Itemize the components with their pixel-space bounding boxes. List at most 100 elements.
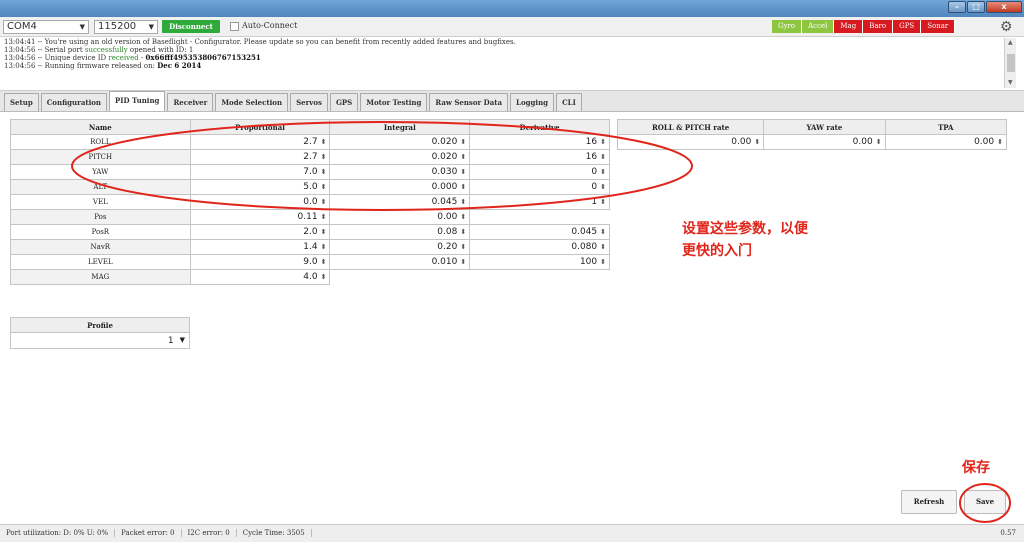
tab-servos[interactable]: Servos	[290, 93, 328, 111]
pid-i-input[interactable]: 0.000 ⬍	[329, 179, 471, 195]
spinner-icon[interactable]: ⬍	[997, 138, 1003, 146]
pid-d-input[interactable]: 0.045 ⬍	[469, 224, 610, 240]
pid-d-input[interactable]: 0.080 ⬍	[469, 239, 610, 255]
spinner-icon[interactable]: ⬍	[321, 258, 327, 266]
disconnect-button[interactable]: Disconnect	[162, 20, 220, 33]
pid-i-input[interactable]: 0.045 ⬍	[329, 194, 471, 210]
tpa-input[interactable]: 0.00 ⬍	[884, 134, 1008, 150]
scroll-down-icon[interactable]: ▼	[1008, 79, 1013, 86]
roll-pitch-rate-input[interactable]: 0.00 ⬍	[616, 134, 765, 150]
tab-pid-tuning[interactable]: PID Tuning	[109, 91, 166, 111]
pid-p-input[interactable]: 9.0 ⬍	[189, 254, 331, 270]
pid-i-input[interactable]: 0.20 ⬍	[329, 239, 471, 255]
pid-p-input[interactable]: 2.7 ⬍	[189, 149, 331, 165]
tab-cli[interactable]: CLI	[556, 93, 582, 111]
spinner-icon[interactable]: ⬍	[460, 153, 466, 161]
refresh-button[interactable]: Refresh	[901, 490, 957, 514]
spinner-icon[interactable]: ⬍	[754, 138, 760, 146]
pid-p-input[interactable]: 2.7 ⬍	[189, 134, 331, 150]
port-select[interactable]: COM4 ▼	[3, 20, 89, 34]
save-button[interactable]: Save	[964, 490, 1006, 514]
pid-i-input[interactable]: 0.020 ⬍	[329, 134, 471, 150]
baud-select[interactable]: 115200 ▼	[94, 20, 158, 34]
pid-p-input[interactable]: 2.0 ⬍	[189, 224, 331, 240]
rate-values-row: 0.00 ⬍ 0.00 ⬍ 0.00 ⬍	[616, 134, 1008, 150]
spinner-icon[interactable]: ⬍	[600, 243, 606, 251]
spinner-icon[interactable]: ⬍	[321, 273, 327, 281]
spinner-icon[interactable]: ⬍	[600, 168, 606, 176]
yaw-rate-value: 0.00	[852, 137, 873, 147]
tab-receiver[interactable]: Receiver	[167, 93, 214, 111]
pid-p-input[interactable]: 7.0 ⬍	[189, 164, 331, 180]
sensor-sonar: Sonar	[921, 20, 956, 33]
port-value: COM4	[7, 21, 37, 32]
pid-d-input[interactable]: 1 ⬍	[469, 194, 610, 210]
spinner-icon[interactable]: ⬍	[600, 153, 606, 161]
pid-i-input[interactable]: 0.030 ⬍	[329, 164, 471, 180]
yaw-rate-input[interactable]: 0.00 ⬍	[763, 134, 886, 150]
close-icon[interactable]: x	[986, 1, 1022, 13]
i2c-error: I2C error: 0	[181, 529, 237, 537]
auto-connect-checkbox[interactable]	[230, 22, 239, 31]
spinner-icon[interactable]: ⬍	[321, 228, 327, 236]
annotation-line-2: 更快的入门	[682, 243, 752, 259]
spinner-icon[interactable]: ⬍	[321, 168, 327, 176]
minimize-icon[interactable]: –	[948, 1, 966, 13]
spinner-icon[interactable]: ⬍	[460, 138, 466, 146]
tab-motor-testing[interactable]: Motor Testing	[360, 93, 428, 111]
pid-d-input[interactable]: 0 ⬍	[469, 164, 610, 180]
maximize-icon[interactable]: □	[967, 1, 985, 13]
pid-d-input[interactable]: 16 ⬍	[469, 149, 610, 165]
spinner-icon[interactable]: ⬍	[321, 198, 327, 206]
spinner-icon[interactable]: ⬍	[321, 153, 327, 161]
spinner-icon[interactable]: ⬍	[600, 228, 606, 236]
spinner-icon[interactable]: ⬍	[321, 183, 327, 191]
spinner-icon[interactable]: ⬍	[876, 138, 882, 146]
spinner-icon[interactable]: ⬍	[321, 138, 327, 146]
tab-raw-sensor-data[interactable]: Raw Sensor Data	[429, 93, 509, 111]
main-tabs: Setup Configuration PID Tuning Receiver Mode…	[0, 90, 1024, 112]
header-tpa: TPA	[884, 119, 1008, 135]
tab-configuration[interactable]: Configuration	[40, 93, 108, 111]
spinner-icon[interactable]: ⬍	[460, 198, 466, 206]
spinner-icon[interactable]: ⬍	[321, 213, 327, 221]
pid-i-input[interactable]: 0.00 ⬍	[329, 209, 471, 225]
pid-i-value: 0.010	[431, 257, 458, 267]
pid-p-input[interactable]: 4.0 ⬍	[189, 269, 331, 285]
spinner-icon[interactable]: ⬍	[460, 168, 466, 176]
spinner-icon[interactable]: ⬍	[321, 243, 327, 251]
scroll-thumb[interactable]	[1007, 54, 1015, 72]
pid-i-input[interactable]: 0.020 ⬍	[329, 149, 471, 165]
pid-p-input[interactable]: 0.11 ⬍	[189, 209, 331, 225]
spinner-icon[interactable]: ⬍	[460, 183, 466, 191]
tab-setup[interactable]: Setup	[4, 93, 39, 111]
pid-p-input[interactable]: 0.0 ⬍	[189, 194, 331, 210]
rate-header-row: ROLL & PITCH rate YAW rate TPA	[616, 119, 1008, 135]
spinner-icon[interactable]: ⬍	[600, 138, 606, 146]
spinner-icon[interactable]: ⬍	[460, 258, 466, 266]
scroll-up-icon[interactable]: ▲	[1008, 39, 1013, 46]
tab-logging[interactable]: Logging	[510, 93, 555, 111]
spinner-icon[interactable]: ⬍	[460, 243, 466, 251]
spinner-icon[interactable]: ⬍	[460, 213, 466, 221]
spinner-icon[interactable]: ⬍	[600, 258, 606, 266]
profile-select[interactable]: 1 ▼	[10, 332, 190, 349]
spinner-icon[interactable]: ⬍	[600, 183, 606, 191]
spinner-icon[interactable]: ⬍	[600, 198, 606, 206]
log-scrollbar[interactable]: ▲ ▼	[1004, 38, 1016, 88]
spinner-icon[interactable]: ⬍	[460, 228, 466, 236]
pid-p-input[interactable]: 5.0 ⬍	[189, 179, 331, 195]
tab-mode-selection[interactable]: Mode Selection	[215, 93, 289, 111]
tab-gps[interactable]: GPS	[329, 93, 359, 111]
pid-p-value: 5.0	[303, 182, 318, 192]
pid-p-input[interactable]: 1.4 ⬍	[189, 239, 331, 255]
pid-row-name: VEL	[10, 194, 191, 210]
pid-d-value: 0.080	[571, 242, 598, 252]
pid-d-input[interactable]: 16 ⬍	[469, 134, 610, 150]
pid-d-input[interactable]: 0 ⬍	[469, 179, 610, 195]
gear-icon[interactable]: ⚙	[1000, 19, 1013, 35]
pid-d-input[interactable]: 100 ⬍	[469, 254, 610, 270]
pid-row-alt: ALT 5.0 ⬍ 0.000 ⬍ 0 ⬍	[10, 179, 610, 195]
pid-i-input[interactable]: 0.08 ⬍	[329, 224, 471, 240]
pid-i-input[interactable]: 0.010 ⬍	[329, 254, 471, 270]
